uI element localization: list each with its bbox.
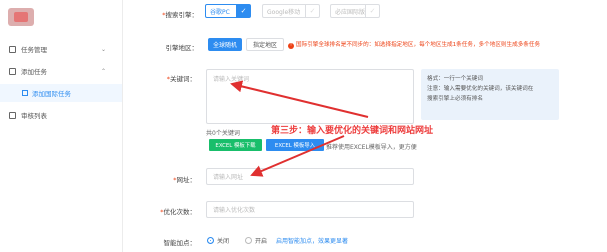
boost-off-radio[interactable]: 关闭	[207, 236, 229, 245]
boost-link[interactable]: 启用智能加点，效果更显著	[276, 236, 348, 245]
sidebar-item-label: 任务管理	[21, 46, 47, 54]
chevron-down-icon: ⌄	[100, 45, 106, 53]
boost-on-radio[interactable]: 开启	[245, 236, 267, 245]
boost-label: 智能加点：	[163, 239, 197, 247]
warning-text: 国际引擎全球排名是不同步的：如选择指定地区，每个地区生成1条任务，多个地区则生成…	[296, 42, 541, 48]
doc-icon	[9, 45, 16, 53]
logo-mark	[14, 12, 28, 22]
add-icon	[9, 67, 16, 75]
step-annotation: 第三步：输入要优化的关键词和网站网址	[271, 126, 434, 136]
sidebar-item-label: 添加任务	[21, 68, 47, 76]
check-icon: ✓	[236, 5, 250, 17]
check-icon	[9, 111, 16, 119]
region-warning: ! 国际引擎全球排名是不同步的：如选择指定地区，每个地区生成1条任务，多个地区则生…	[288, 40, 540, 49]
url-input[interactable]: 请输入网址	[206, 168, 414, 185]
tip-line: 格式：一行一个关键词	[427, 76, 483, 82]
engine-google-mobile[interactable]: Google移动 ✓	[262, 4, 320, 18]
warning-icon: !	[288, 43, 294, 49]
engine-bing-international[interactable]: 必应国际版 ✓	[330, 4, 380, 18]
sidebar: 任务管理 ⌄ 添加任务 ⌃ 添加国际任务 审核列表	[0, 0, 123, 252]
region-global-random-button[interactable]: 全球随机	[208, 38, 242, 51]
chevron-up-icon: ⌃	[100, 67, 106, 75]
engine-label-text: Google移动	[267, 8, 301, 16]
times-input[interactable]: 请输入优化次数	[206, 201, 414, 218]
url-label: *网址：	[173, 176, 196, 184]
tip-line: 注意：输入需要优化的关键词，该关键词在	[427, 86, 534, 92]
radio-dot	[245, 237, 252, 244]
sidebar-item-add-international-task[interactable]: 添加国际任务	[0, 84, 122, 102]
globe-icon	[22, 90, 28, 96]
excel-template-download-button[interactable]: EXCEL 模板下载	[209, 139, 262, 151]
sidebar-item-label: 审核列表	[21, 112, 47, 120]
engine-label-text: 必应国际版	[335, 8, 366, 16]
tip-line: 搜索引擎上必须有排名	[427, 96, 483, 102]
keyword-count: 共0个关键词	[206, 130, 240, 137]
region-specified-button[interactable]: 指定地区	[246, 38, 284, 51]
region-label: 引擎地区：	[165, 44, 199, 52]
keyword-tip: 格式：一行一个关键词 注意：输入需要优化的关键词，该关键词在 搜索引擎上必须有排…	[421, 69, 559, 120]
radio-label: 关闭	[217, 238, 230, 245]
radio-dot	[207, 237, 214, 244]
sidebar-item-label: 添加国际任务	[32, 90, 71, 98]
keyword-label: *关键词：	[166, 75, 196, 83]
check-icon: ✓	[365, 5, 379, 17]
keyword-textarea[interactable]: 请输入关键词	[206, 69, 414, 124]
times-label: *优化次数：	[160, 208, 196, 216]
import-hint: 推荐使用EXCEL模板导入，更方便	[326, 144, 417, 151]
engine-label: *搜索引擎：	[162, 11, 198, 19]
sidebar-item-task-management[interactable]: 任务管理 ⌄	[0, 40, 122, 58]
radio-label: 开启	[255, 238, 268, 245]
sidebar-item-review-list[interactable]: 审核列表	[0, 106, 122, 124]
engine-label-text: 谷歌PC	[210, 8, 230, 16]
excel-template-import-button[interactable]: EXCEL 模板导入	[266, 139, 324, 151]
engine-google-pc[interactable]: 谷歌PC ✓	[205, 4, 251, 18]
check-icon: ✓	[305, 5, 319, 17]
sidebar-item-add-task[interactable]: 添加任务 ⌃	[0, 62, 122, 80]
